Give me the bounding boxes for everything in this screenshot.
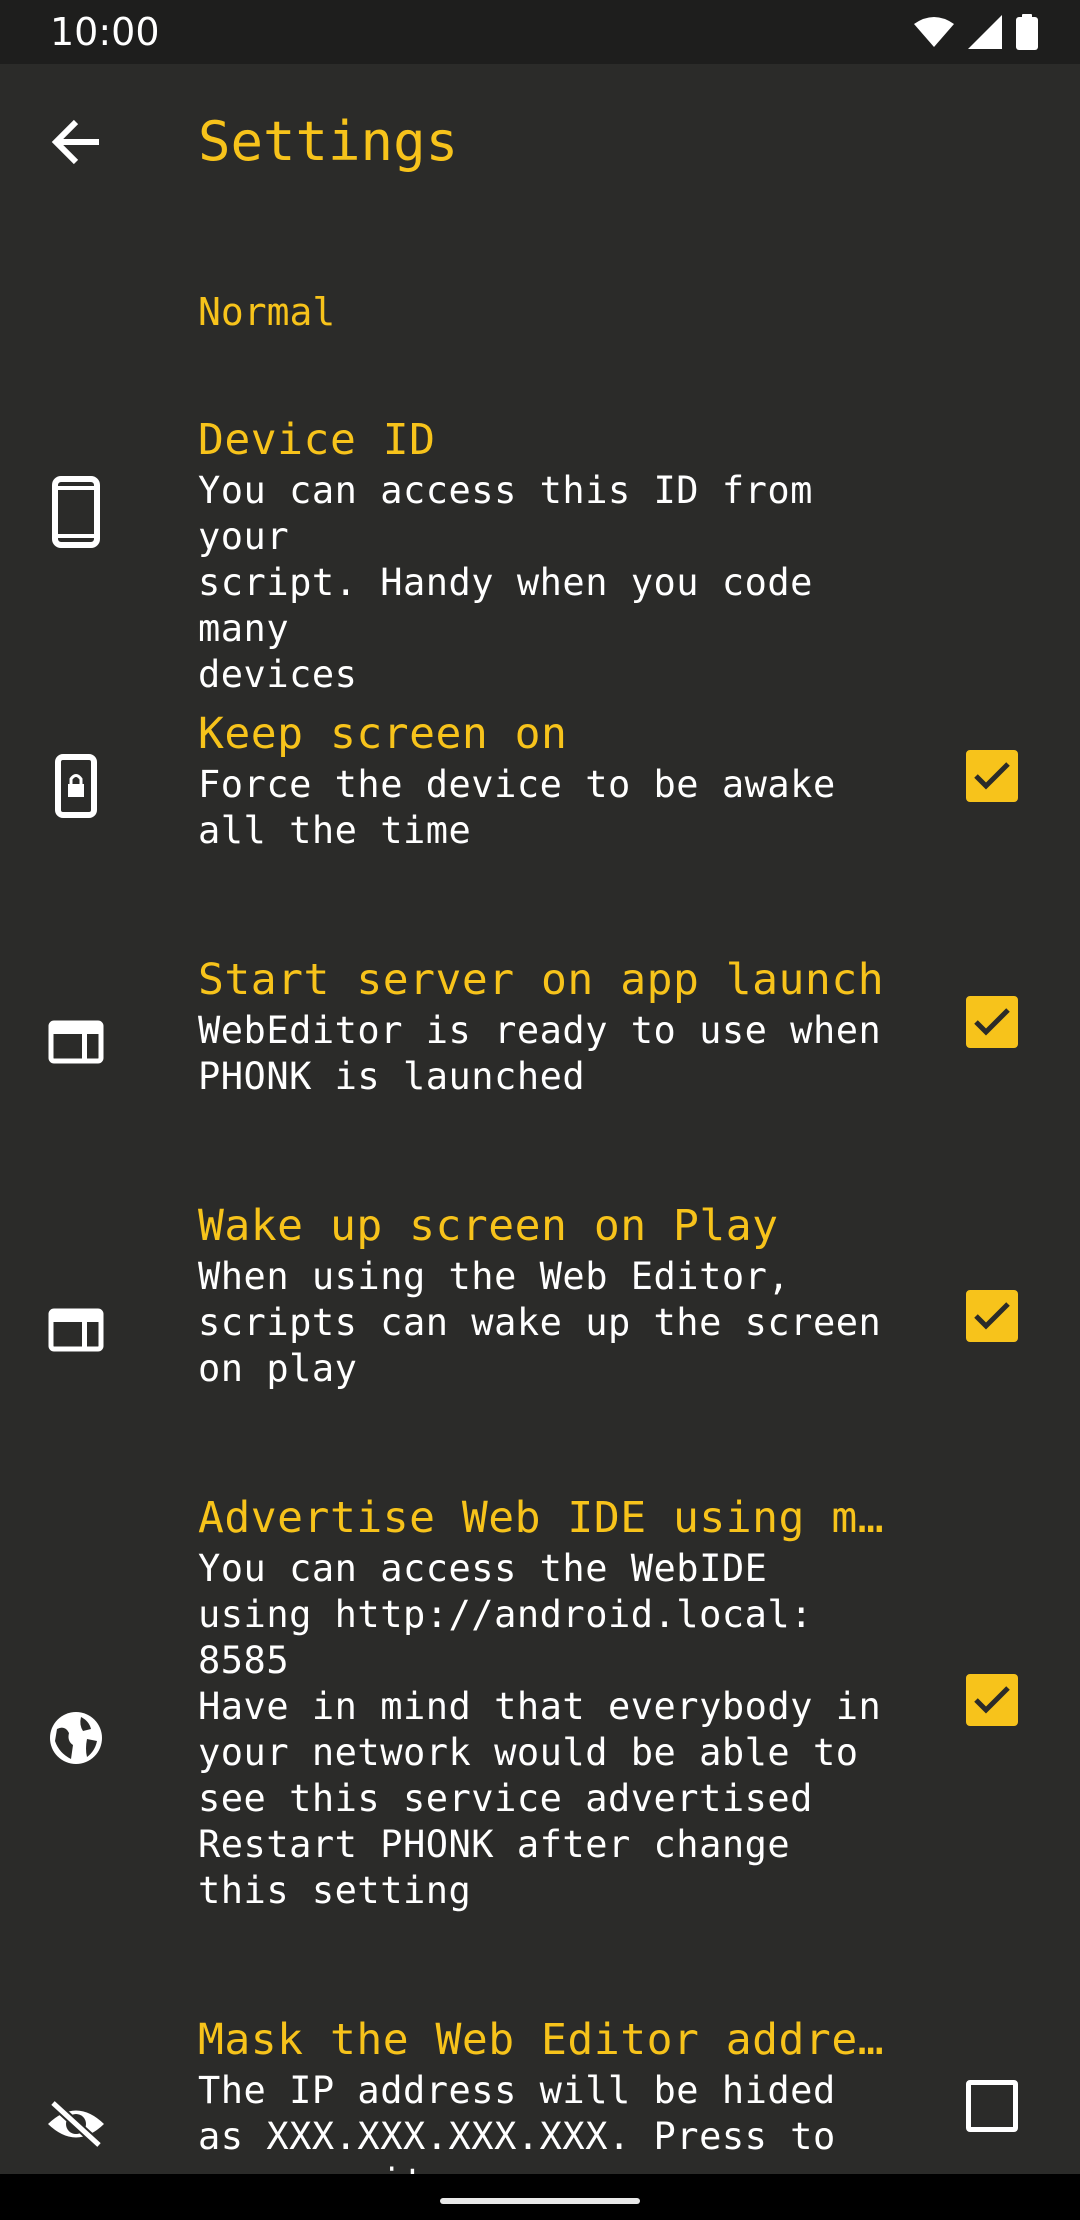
smartphone-icon [36,472,116,552]
wifi-icon [914,17,954,47]
pref-device-id[interactable]: Device ID You can access this ID from yo… [0,402,1080,696]
web-window-icon [36,1002,116,1082]
gesture-handle[interactable] [440,2198,640,2204]
pref-summary: The IP address will be hided as XXX.XXX.… [198,2069,836,2174]
pref-mask-address[interactable]: Mask the Web Editor address The IP addre… [0,2000,1080,2174]
signal-icon [968,15,1002,49]
arrow-back-icon [51,119,99,165]
screen-lock-icon [36,746,116,826]
check-icon [974,1008,1010,1036]
page-title: Settings [198,110,459,173]
toolbar: Settings [0,64,1080,224]
status-icons [914,14,1038,50]
check-icon [974,1686,1010,1714]
pref-summary: You can access this ID from your script.… [198,469,813,696]
pref-title: Start server on app launch [198,955,885,1005]
pref-title: Keep screen on [198,709,568,759]
status-time: 10:00 [50,10,160,54]
back-button[interactable] [36,110,116,174]
globe-icon [36,1698,116,1778]
pref-wake-up-screen[interactable]: Wake up screen on Play When using the We… [0,1186,1080,1426]
pref-summary: WebEditor is ready to use when PHONK is … [198,1009,882,1098]
pref-title: Advertise Web IDE using mD… [198,1493,908,1543]
pref-keep-screen-on[interactable]: Keep screen on Force the device to be aw… [0,694,1080,894]
pref-summary: You can access the WebIDE using http://a… [198,1547,882,1912]
navigation-bar [0,2174,1080,2220]
pref-start-server[interactable]: Start server on app launch WebEditor is … [0,940,1080,1140]
settings-screen: 10:00 Settings Normal Device ID You can … [0,0,1080,2220]
pref-title: Device ID [198,415,436,465]
pref-summary: Force the device to be awake all the tim… [198,763,836,852]
pref-title: Wake up screen on Play [198,1201,779,1251]
pref-title: Mask the Web Editor address [198,2015,908,2065]
visibility-off-icon [36,2084,116,2164]
mask-address-checkbox[interactable] [966,2080,1018,2132]
start-server-checkbox[interactable] [966,996,1018,1048]
pref-advertise-web-ide[interactable]: Advertise Web IDE using mD… You can acce… [0,1478,1080,1938]
pref-summary: When using the Web Editor, scripts can w… [198,1255,882,1390]
check-icon [974,1302,1010,1330]
check-icon [974,762,1010,790]
category-header: Normal [198,290,336,334]
web-window-icon [36,1290,116,1370]
wake-up-screen-checkbox[interactable] [966,1290,1018,1342]
advertise-web-ide-checkbox[interactable] [966,1674,1018,1726]
status-bar: 10:00 [0,0,1080,64]
keep-screen-on-checkbox[interactable] [966,750,1018,802]
battery-icon [1016,14,1038,50]
